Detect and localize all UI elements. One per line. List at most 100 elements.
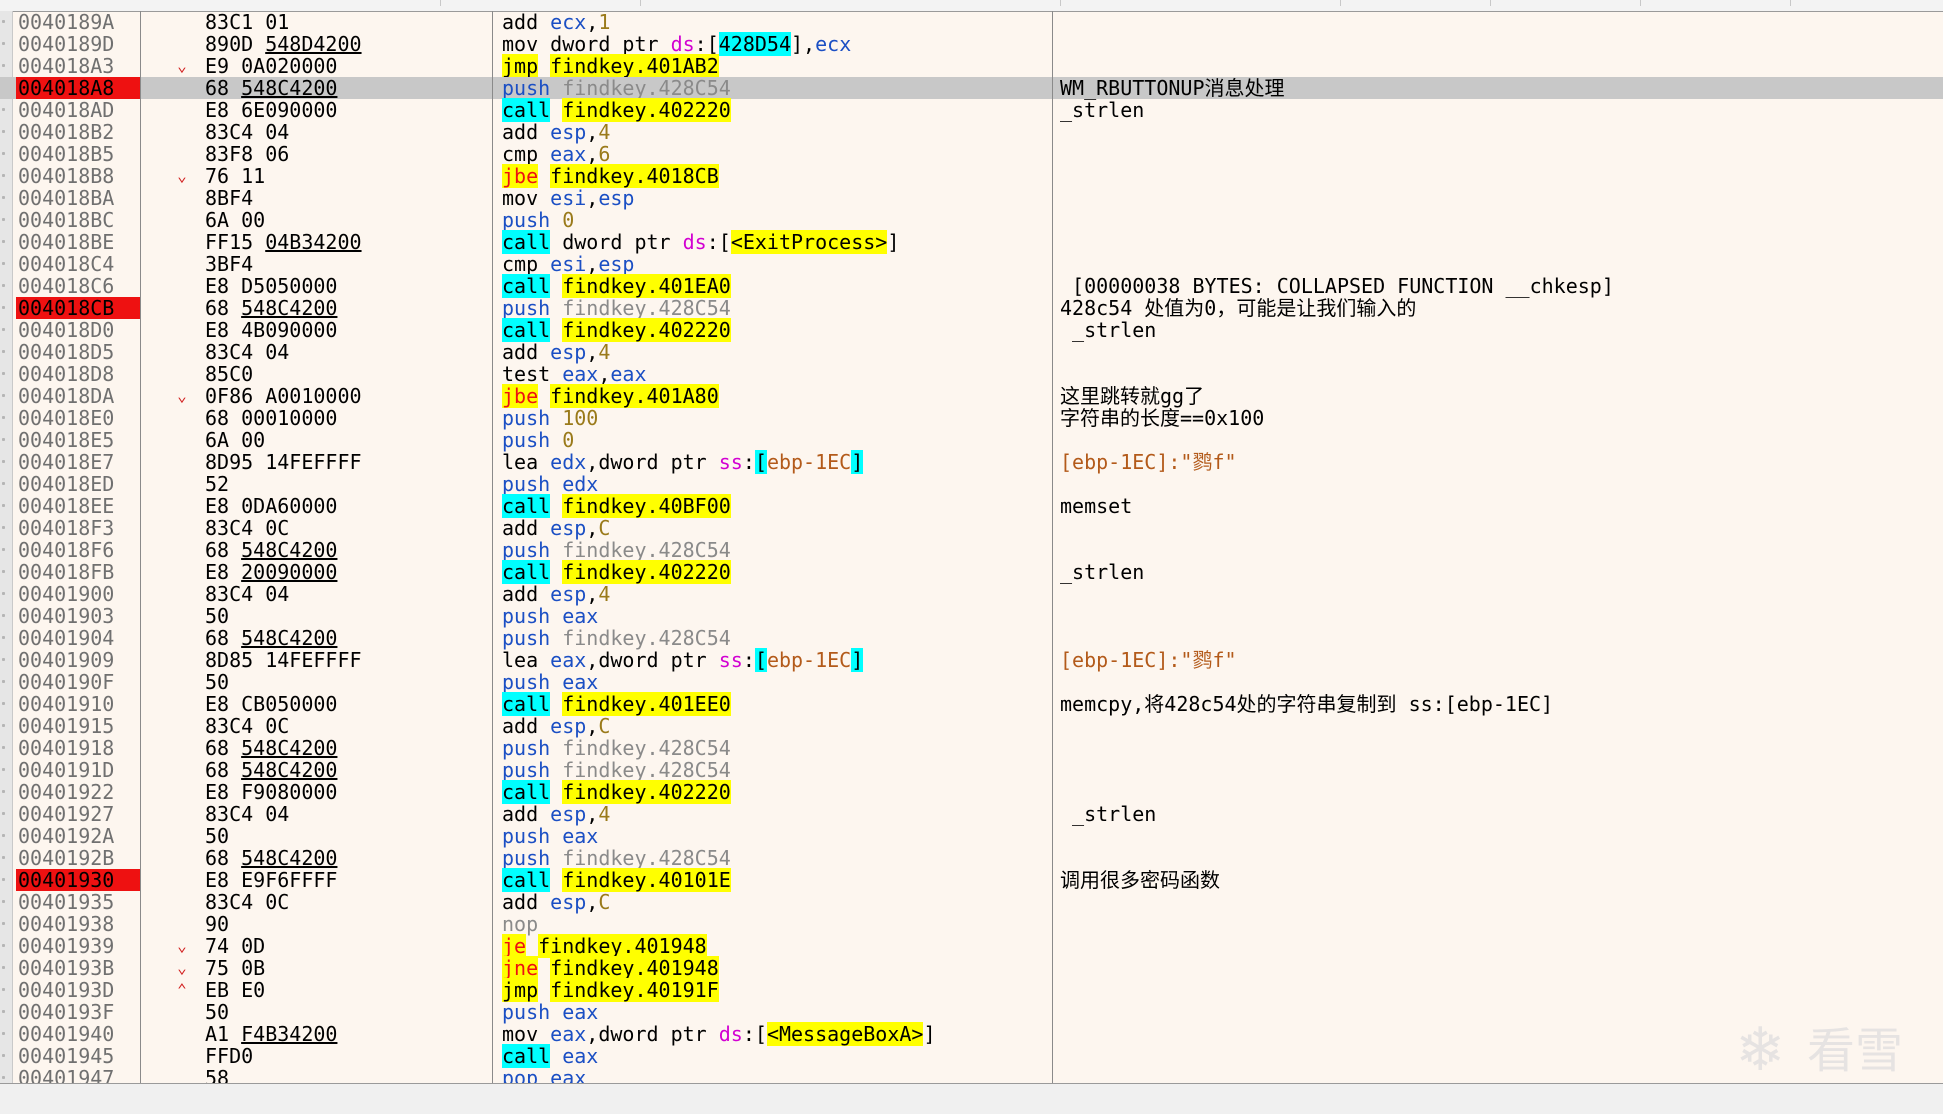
instruction-cell[interactable]: push edx bbox=[502, 473, 598, 495]
instruction-cell[interactable]: je findkey.401948 bbox=[502, 934, 707, 958]
address-cell[interactable]: 004018D0 bbox=[16, 319, 140, 341]
instruction-cell[interactable]: push eax bbox=[502, 1001, 598, 1023]
disasm-row[interactable]: 004018BC 6A 00 push 0 bbox=[0, 209, 1943, 231]
instruction-cell[interactable]: add esp,4 bbox=[502, 121, 610, 143]
instruction-cell[interactable]: mov dword ptr ds:[428D54],ecx bbox=[502, 32, 851, 56]
disasm-row[interactable]: 004018C4 3BF4 cmp esi,esp bbox=[0, 253, 1943, 275]
disasm-row[interactable]: 0040193D ⌃ EB E0 jmp findkey.40191F bbox=[0, 978, 1943, 1002]
address-cell[interactable]: 0040189A bbox=[16, 11, 140, 33]
address-cell[interactable]: 0040189D bbox=[16, 33, 140, 55]
instruction-cell[interactable]: add esp,C bbox=[502, 517, 610, 539]
instruction-cell[interactable]: push findkey.428C54 bbox=[502, 627, 731, 649]
disasm-row[interactable]: 004018F3 83C4 0C add esp,C bbox=[0, 517, 1943, 539]
address-cell[interactable]: 0040191D bbox=[16, 759, 140, 781]
disasm-row[interactable]: 004018B8 ⌄ 76 11 jbe findkey.4018CB bbox=[0, 164, 1943, 188]
address-cell[interactable]: 00401910 bbox=[16, 693, 140, 715]
instruction-cell[interactable]: push eax bbox=[502, 671, 598, 693]
disasm-row[interactable]: 00401947 58 pop eax bbox=[0, 1067, 1943, 1083]
disasm-row[interactable]: 004018A3 ⌄ E9 0A020000 jmp findkey.401AB2 bbox=[0, 54, 1943, 78]
address-cell[interactable]: 004018F6 bbox=[16, 539, 140, 561]
address-cell[interactable]: 00401939 bbox=[16, 935, 140, 957]
address-operand-bytes[interactable]: F4B34200 bbox=[241, 1022, 337, 1046]
disasm-row[interactable]: 004018AD E8 6E090000 call findkey.402220 _s… bbox=[0, 98, 1943, 122]
instruction-cell[interactable]: pop eax bbox=[502, 1067, 586, 1083]
disasm-row[interactable]: 004018BA 8BF4 mov esi,esp bbox=[0, 187, 1943, 209]
comment-cell[interactable]: memcpy,将428c54处的字符串复制到 ss:[ebp-1EC] bbox=[1060, 693, 1553, 715]
disasm-row[interactable]: 004018F6 68 548C4200 push findkey.428C54 bbox=[0, 539, 1943, 561]
disasm-row[interactable]: 004018D8 85C0 test eax,eax bbox=[0, 363, 1943, 385]
instruction-cell[interactable]: jmp findkey.40191F bbox=[502, 978, 719, 1002]
instruction-cell[interactable]: call findkey.402220 bbox=[502, 98, 731, 122]
disasm-row[interactable]: 00401940 A1 F4B34200 mov eax,dword ptr ds:… bbox=[0, 1022, 1943, 1046]
address-cell[interactable]: 0040193B bbox=[16, 957, 140, 979]
address-cell[interactable]: 0040192B bbox=[16, 847, 140, 869]
instruction-cell[interactable]: call findkey.40BF00 bbox=[502, 494, 731, 518]
address-cell[interactable]: 00401947 bbox=[16, 1067, 140, 1083]
instruction-cell[interactable]: call findkey.402220 bbox=[502, 318, 731, 342]
instruction-cell[interactable]: call findkey.401EA0 bbox=[502, 274, 731, 298]
disasm-row[interactable]: 00401909 8D85 14FEFFFF lea eax,dword ptr s… bbox=[0, 648, 1943, 672]
address-cell[interactable]: 004018DA bbox=[16, 385, 140, 407]
disasm-row[interactable]: 0040193F 50 push eax bbox=[0, 1001, 1943, 1023]
instruction-cell[interactable]: call findkey.402220 bbox=[502, 560, 731, 584]
instruction-cell[interactable]: add esp,4 bbox=[502, 341, 610, 363]
address-operand-bytes[interactable]: 04B34200 bbox=[265, 230, 361, 254]
comment-cell[interactable]: _strlen bbox=[1060, 99, 1144, 121]
address-cell[interactable]: 0040192A bbox=[16, 825, 140, 847]
address-operand-bytes[interactable]: 20090000 bbox=[241, 560, 337, 584]
disasm-row[interactable]: 0040190F 50 push eax bbox=[0, 671, 1943, 693]
comment-cell[interactable]: _strlen bbox=[1060, 561, 1144, 583]
instruction-cell[interactable]: jbe findkey.4018CB bbox=[502, 164, 719, 188]
comment-cell[interactable]: memset bbox=[1060, 495, 1132, 517]
disasm-row[interactable]: 004018DA ⌄ 0F86 A0010000 jbe findkey.401A80… bbox=[0, 384, 1943, 408]
instruction-cell[interactable]: push findkey.428C54 bbox=[502, 759, 731, 781]
address-operand-bytes[interactable]: 548C4200 bbox=[241, 76, 337, 100]
instruction-cell[interactable]: push findkey.428C54 bbox=[502, 847, 731, 869]
disasm-row[interactable]: 00401935 83C4 0C add esp,C bbox=[0, 891, 1943, 913]
address-cell[interactable]: 0040193F bbox=[16, 1001, 140, 1023]
instruction-cell[interactable]: lea edx,dword ptr ss:[ebp-1EC] bbox=[502, 450, 864, 474]
comment-cell[interactable]: 这里跳转就gg了 bbox=[1060, 385, 1204, 407]
disasm-row[interactable]: 004018D0 E8 4B090000 call findkey.402220 _… bbox=[0, 318, 1943, 342]
address-cell[interactable]: 00401904 bbox=[16, 627, 140, 649]
address-cell[interactable]: 00401918 bbox=[16, 737, 140, 759]
comment-cell[interactable]: [00000038 BYTES: COLLAPSED FUNCTION __ch… bbox=[1060, 275, 1614, 297]
disasm-row[interactable]: 004018E0 68 00010000 push 100 字符串的长度==0x100 bbox=[0, 407, 1943, 429]
instruction-cell[interactable]: push 0 bbox=[502, 209, 574, 231]
address-cell[interactable]: 00401940 bbox=[16, 1023, 140, 1045]
address-operand-bytes[interactable]: 548C4200 bbox=[241, 846, 337, 870]
instruction-cell[interactable]: push findkey.428C54 bbox=[502, 737, 731, 759]
disasm-row[interactable]: 0040192B 68 548C4200 push findkey.428C54 bbox=[0, 847, 1943, 869]
address-cell[interactable]: 00401945 bbox=[16, 1045, 140, 1067]
disassembly-view[interactable]: 0040189A 83C1 01 add ecx,1 0040189D 890D 548… bbox=[0, 11, 1943, 1083]
disasm-row[interactable]: 00401927 83C4 04 add esp,4 _strlen bbox=[0, 803, 1943, 825]
disasm-row[interactable]: 004018C6 E8 D5050000 call findkey.401EA0 [… bbox=[0, 274, 1943, 298]
instruction-cell[interactable]: test eax,eax bbox=[502, 363, 647, 385]
instruction-cell[interactable]: push findkey.428C54 bbox=[502, 539, 731, 561]
comment-cell[interactable]: _strlen bbox=[1060, 803, 1156, 825]
address-cell[interactable]: 004018C6 bbox=[16, 275, 140, 297]
disasm-row[interactable]: 004018EE E8 0DA60000 call findkey.40BF00 me… bbox=[0, 494, 1943, 518]
address-cell[interactable]: 004018BA bbox=[16, 187, 140, 209]
address-cell[interactable]: 004018BC bbox=[16, 209, 140, 231]
disasm-row[interactable]: 004018CB 68 548C4200 push findkey.428C54 42… bbox=[0, 297, 1943, 319]
disasm-row[interactable]: 00401945 FFD0 call eax bbox=[0, 1044, 1943, 1068]
disasm-row[interactable]: 004018ED 52 push edx bbox=[0, 473, 1943, 495]
comment-cell[interactable]: _strlen bbox=[1060, 319, 1156, 341]
instruction-cell[interactable]: push eax bbox=[502, 605, 598, 627]
address-cell[interactable]: 004018BE bbox=[16, 231, 140, 253]
instruction-cell[interactable]: add esp,4 bbox=[502, 803, 610, 825]
disasm-row[interactable]: 004018BE FF15 04B34200 call dword ptr ds:[… bbox=[0, 230, 1943, 254]
address-cell[interactable]: 00401930 bbox=[16, 869, 140, 891]
address-cell[interactable]: 004018D5 bbox=[16, 341, 140, 363]
address-cell[interactable]: 004018CB bbox=[16, 297, 140, 319]
address-cell[interactable]: 004018B8 bbox=[16, 165, 140, 187]
disasm-row[interactable]: 00401922 E8 F9080000 call findkey.402220 bbox=[0, 780, 1943, 804]
instruction-cell[interactable]: add ecx,1 bbox=[502, 11, 610, 33]
address-cell[interactable]: 00401935 bbox=[16, 891, 140, 913]
address-cell[interactable]: 004018E0 bbox=[16, 407, 140, 429]
disasm-row[interactable]: 0040191D 68 548C4200 push findkey.428C54 bbox=[0, 759, 1943, 781]
address-cell[interactable]: 004018F3 bbox=[16, 517, 140, 539]
address-cell[interactable]: 0040190F bbox=[16, 671, 140, 693]
instruction-cell[interactable]: jmp findkey.401AB2 bbox=[502, 54, 719, 78]
